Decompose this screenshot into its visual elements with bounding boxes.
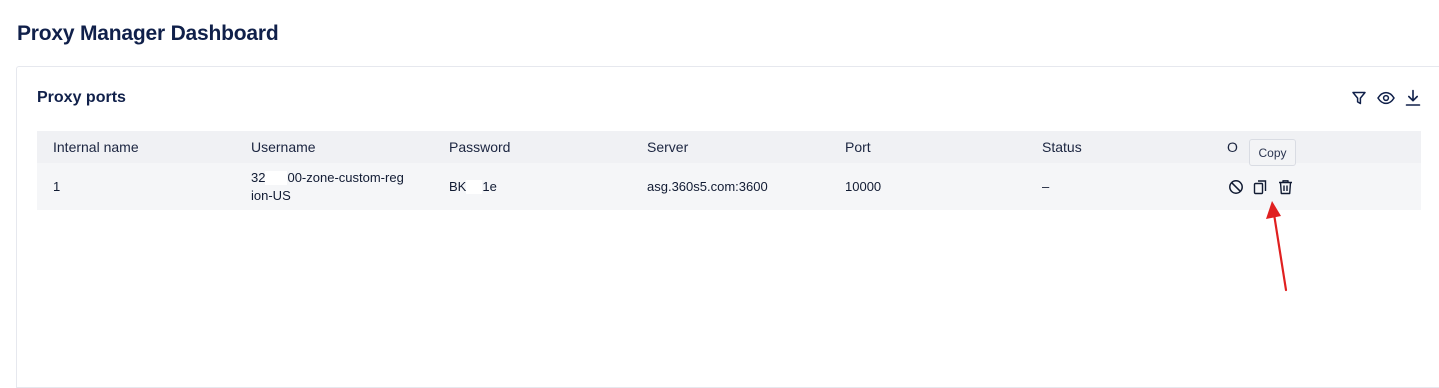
trash-icon[interactable] — [1277, 178, 1294, 195]
username-line2: ion-US — [251, 187, 291, 203]
proxy-ports-panel: Proxy ports Internal name Username Passw… — [16, 66, 1439, 388]
filter-icon[interactable] — [1350, 89, 1368, 107]
cell-password: BK 1e — [433, 179, 631, 195]
copy-tooltip: Copy — [1249, 139, 1296, 166]
column-header-operations-label: O — [1227, 139, 1238, 155]
column-header-server[interactable]: Server — [631, 139, 829, 155]
cell-internal-name: 1 — [53, 179, 61, 194]
block-icon[interactable] — [1227, 178, 1244, 195]
username-suffix: 00-zone-custom-reg — [287, 169, 404, 185]
password-prefix: BK — [449, 178, 467, 194]
cell-port: 10000 — [845, 179, 882, 194]
table-row: 1 32 00-zone-custom-reg ion-US BK 1e asg.3… — [37, 163, 1421, 210]
panel-title: Proxy ports — [37, 89, 126, 106]
column-header-internal-name[interactable]: Internal name — [37, 139, 235, 155]
username-prefix: 32 — [251, 169, 266, 185]
annotation-arrow — [1266, 201, 1288, 292]
cell-username: 32 00-zone-custom-reg ion-US — [235, 169, 433, 205]
copy-icon[interactable] — [1252, 178, 1269, 195]
panel-toolbar — [1350, 89, 1422, 107]
column-header-port[interactable]: Port — [829, 139, 1026, 155]
eye-icon[interactable] — [1377, 89, 1395, 107]
redacted-region — [466, 180, 483, 195]
password-suffix: 1e — [482, 178, 497, 194]
column-header-status[interactable]: Status — [1026, 139, 1224, 155]
page-title: Proxy Manager Dashboard — [17, 22, 279, 45]
cell-status: – — [1042, 179, 1050, 194]
column-header-password[interactable]: Password — [433, 139, 631, 155]
column-header-username[interactable]: Username — [235, 139, 433, 155]
download-icon[interactable] — [1404, 89, 1422, 107]
table-header: Internal name Username Password Server P… — [37, 131, 1421, 163]
redacted-region — [265, 171, 288, 186]
proxy-ports-table: Internal name Username Password Server P… — [37, 131, 1421, 210]
cell-server: asg.360s5.com:3600 — [647, 179, 768, 194]
cell-operations — [1224, 178, 1421, 195]
